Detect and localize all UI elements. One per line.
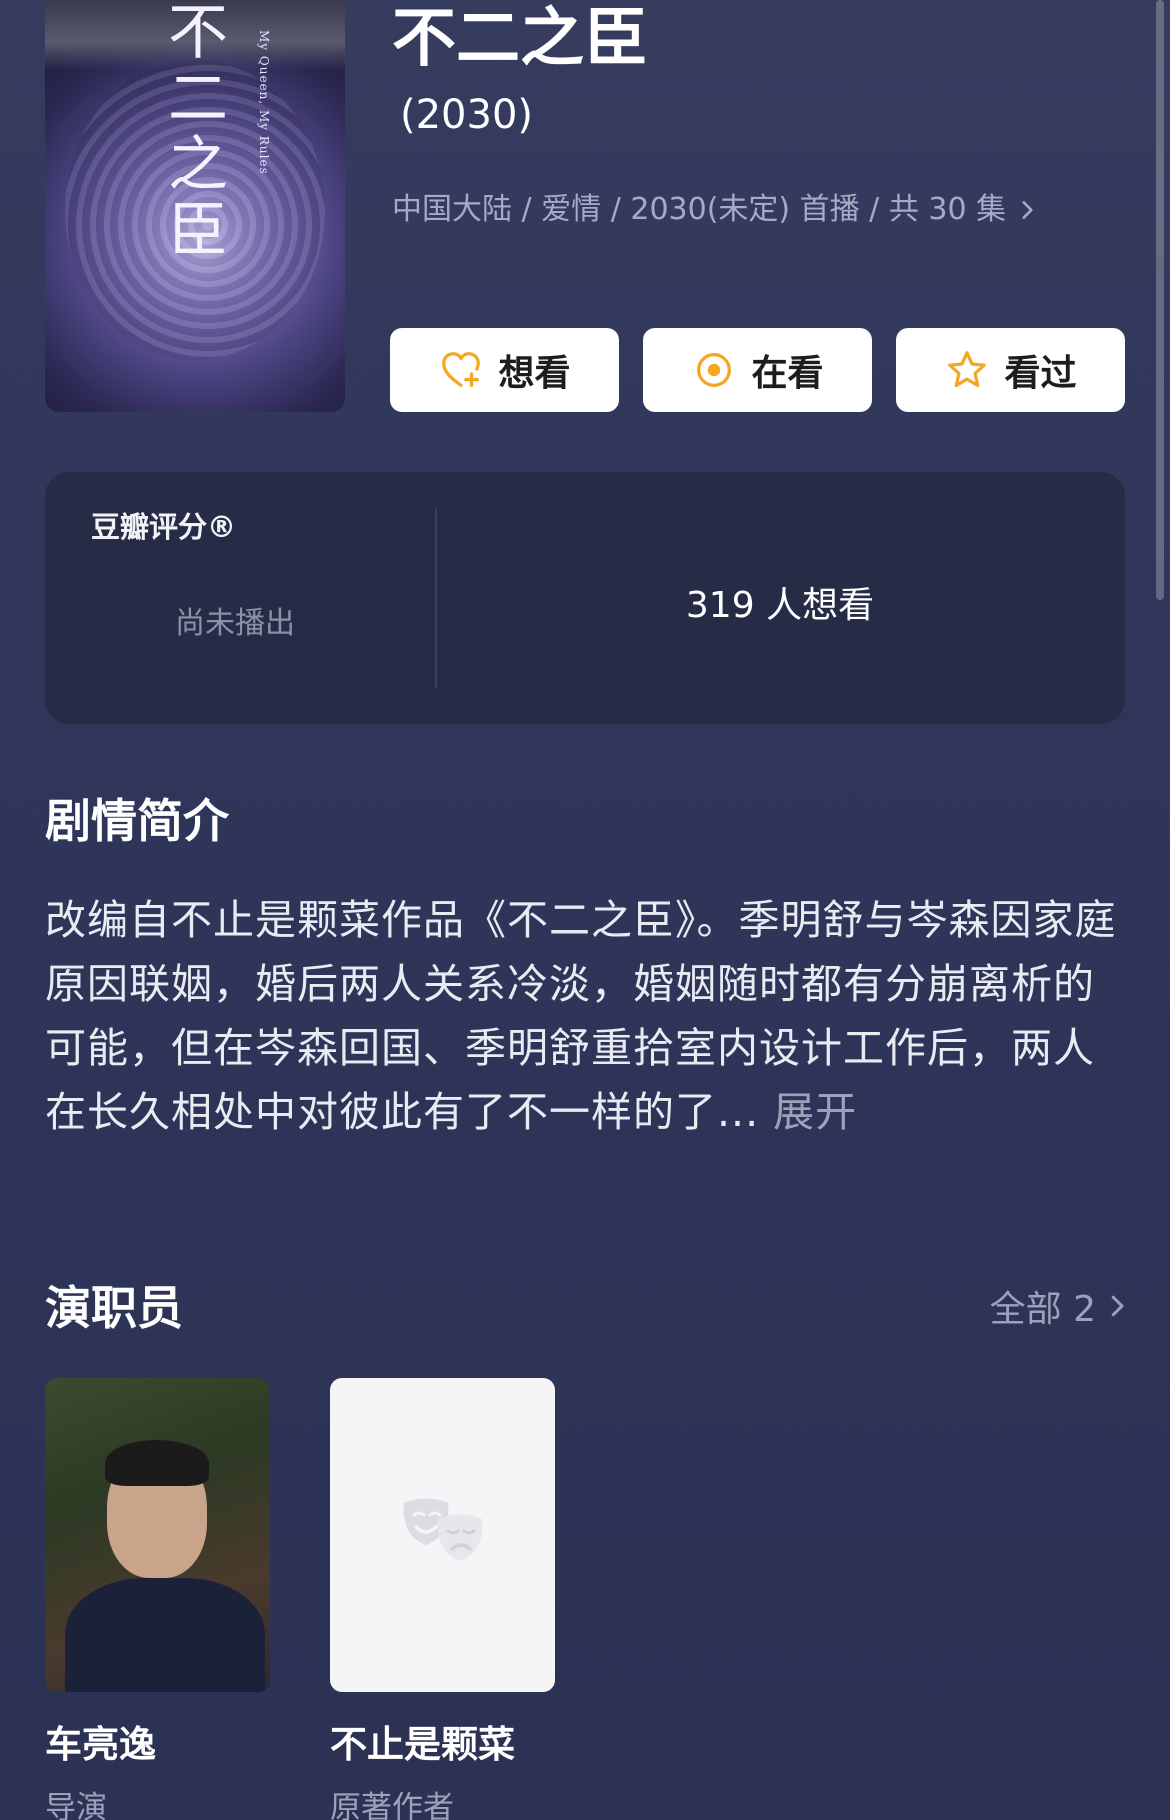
theater-masks-icon — [403, 1498, 482, 1561]
cast-name: 车亮逸 — [45, 1723, 156, 1766]
rating-card[interactable]: 豆瓣评分® 尚未播出 319 人想看 — [45, 472, 1125, 724]
action-bar: 想看 在看 看过 — [390, 328, 1125, 412]
rating-status: 尚未播出 — [175, 606, 295, 641]
want-to-watch-button[interactable]: 想看 — [390, 328, 619, 412]
photo-figure-body — [65, 1578, 265, 1692]
wish-count: 319 人想看 — [685, 585, 875, 626]
synopsis-text: 改编自不止是颗菜作品《不二之臣》。季明舒与岑森因家庭原因联姻，婚后两人关系冷淡，… — [45, 896, 1117, 1136]
heart-plus-icon — [442, 352, 481, 387]
chevron-right-icon — [1022, 201, 1033, 219]
show-title: 不二之臣 — [392, 2, 648, 76]
poster-subtitle-text: My Queen, My Rules — [257, 30, 271, 175]
cast-card[interactable]: 不止是颗菜 原著作者 — [330, 1378, 555, 1820]
star-icon — [948, 351, 987, 388]
expand-link[interactable]: 展开 — [773, 1088, 857, 1136]
watching-label: 在看 — [751, 353, 824, 394]
target-icon — [697, 353, 732, 387]
watching-button[interactable]: 在看 — [643, 328, 872, 412]
photo-figure-hair — [105, 1440, 209, 1486]
watched-label: 看过 — [1004, 353, 1077, 394]
synopsis-text-block: 改编自不止是颗菜作品《不二之臣》。季明舒与岑森因家庭原因联姻，婚后两人关系冷淡，… — [45, 888, 1130, 1144]
cast-role: 原著作者 — [330, 1790, 454, 1820]
poster-image[interactable]: 不二之臣 My Queen, My Rules — [45, 0, 345, 412]
chevron-right-icon — [1111, 1295, 1124, 1317]
synopsis-heading: 剧情简介 — [45, 794, 229, 848]
cast-card[interactable]: 车亮逸 导演 — [45, 1378, 270, 1820]
poster-title-text: 不二之臣 — [168, 0, 228, 266]
rating-label: 豆瓣评分® — [91, 510, 237, 544]
cast-name: 不止是颗菜 — [330, 1723, 515, 1766]
cast-photo — [45, 1378, 270, 1692]
cast-photo-placeholder — [330, 1378, 555, 1692]
show-meta-link[interactable]: 中国大陆 / 爱情 / 2030(未定) 首播 / 共 30 集 — [392, 190, 1040, 230]
cast-all-label: 全部 2 — [989, 1289, 1096, 1330]
watched-button[interactable]: 看过 — [896, 328, 1125, 412]
show-year: (2030) — [400, 92, 534, 138]
cast-all-link[interactable]: 全部 2 — [990, 1280, 1132, 1332]
want-to-watch-label: 想看 — [498, 353, 571, 394]
show-meta-text: 中国大陆 / 爱情 / 2030(未定) 首播 / 共 30 集 — [392, 192, 1007, 227]
scrollbar[interactable] — [1156, 0, 1164, 600]
cast-role: 导演 — [45, 1790, 107, 1820]
cast-heading: 演职员 — [45, 1281, 183, 1335]
